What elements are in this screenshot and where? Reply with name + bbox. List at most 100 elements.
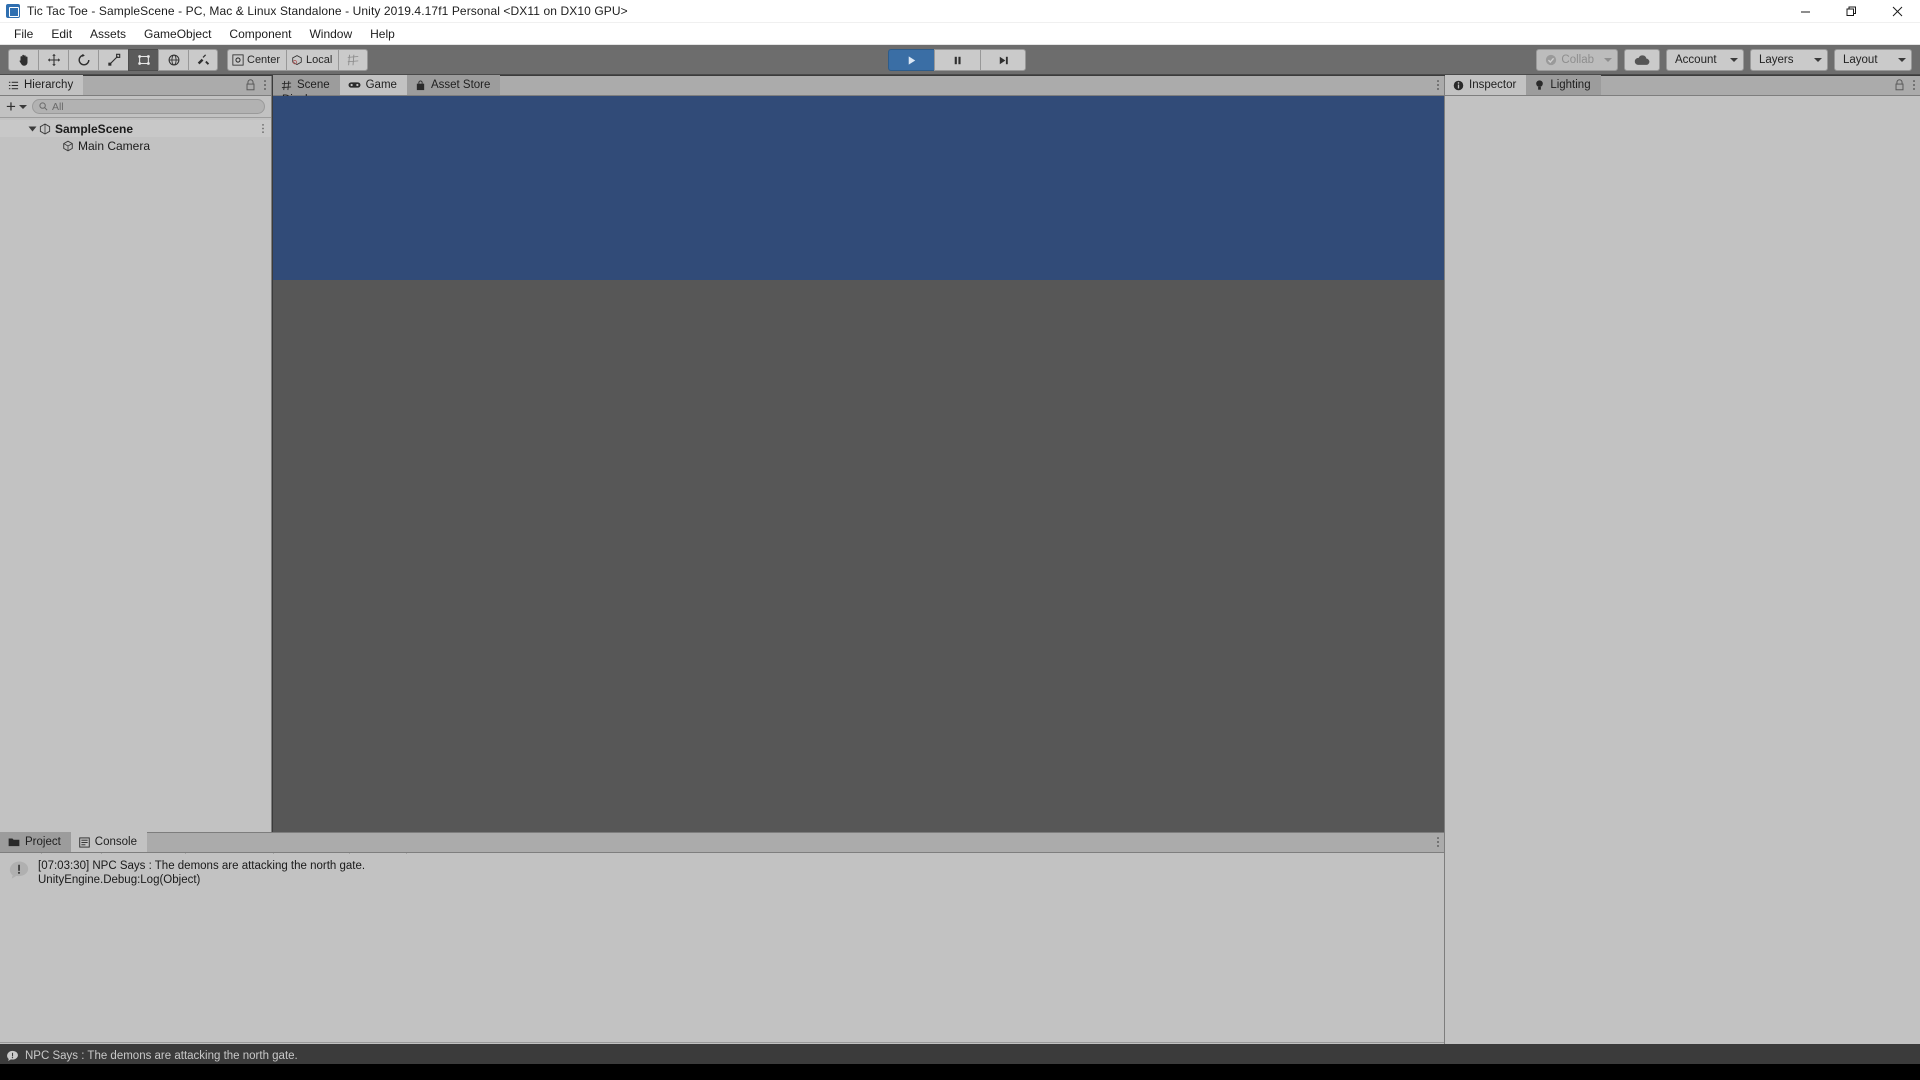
main-toolbar: Center Local Collab Account Layers Layou… (0, 45, 1920, 75)
hierarchy-panel: Hierarchy + All SampleScene Main Camera (0, 75, 272, 832)
add-label: + (6, 97, 16, 116)
scene-icon (39, 122, 51, 135)
tab-lighting[interactable]: Lighting (1526, 75, 1601, 95)
transform-tool-icon[interactable] (158, 48, 188, 71)
lock-icon[interactable] (1894, 79, 1905, 91)
gameview-tabbar: Scene Game Asset Store (273, 75, 1444, 96)
tab-game[interactable]: Game (339, 75, 407, 95)
tab-console-label: Console (94, 836, 137, 848)
gameview-tabbar-actions (1436, 79, 1440, 91)
log-info-icon (9, 861, 29, 879)
console-tabbar: Project Console (0, 832, 1444, 853)
layers-dropdown[interactable]: Layers (1750, 49, 1828, 71)
hierarchy-toolbar: + All (0, 96, 271, 118)
log-entry[interactable]: [07:03:30] NPC Says : The demons are att… (0, 854, 1444, 892)
hierarchy-icon (8, 81, 19, 89)
gamepad-icon (348, 82, 361, 88)
menu-window[interactable]: Window (300, 24, 361, 44)
game-camera-output[interactable] (273, 96, 1444, 280)
folder-icon (8, 838, 20, 847)
rect-tool-icon[interactable] (128, 48, 158, 71)
pause-button[interactable] (934, 49, 980, 71)
account-label: Account (1675, 54, 1717, 66)
hierarchy-tree: SampleScene Main Camera (0, 118, 271, 154)
search-icon (39, 102, 48, 111)
grid-snap-icon[interactable] (338, 48, 369, 71)
step-button[interactable] (980, 49, 1026, 71)
status-message: NPC Says : The demons are attacking the … (25, 1050, 298, 1062)
cloud-icon[interactable] (1624, 49, 1660, 71)
pivot-center-button[interactable]: Center (227, 48, 287, 71)
collab-caret-icon (1604, 58, 1612, 62)
inspector-tabbar: Inspector Lighting (1445, 75, 1920, 96)
custom-editor-tool-icon[interactable] (188, 48, 218, 71)
unity-editor-window: Tic Tac Toe - SampleScene - PC, Mac & Li… (0, 0, 1920, 1080)
window-title: Tic Tac Toe - SampleScene - PC, Mac & Li… (27, 4, 628, 18)
chevron-down-icon (1814, 58, 1822, 62)
kebab-icon[interactable] (1436, 79, 1440, 91)
add-gameobject-button[interactable]: + (6, 97, 27, 116)
lock-icon[interactable] (245, 79, 256, 91)
play-button[interactable] (888, 49, 934, 71)
log-stack: UnityEngine.Debug:Log(Object) (38, 874, 201, 886)
tab-asset-store-label: Asset Store (430, 79, 491, 91)
move-tool-icon[interactable] (38, 48, 68, 71)
collab-check-icon (1546, 54, 1557, 66)
menu-help[interactable]: Help (361, 24, 404, 44)
menu-edit[interactable]: Edit (42, 24, 81, 44)
account-dropdown[interactable]: Account (1666, 49, 1744, 71)
hierarchy-search-input[interactable]: All (31, 99, 265, 114)
rotate-tool-icon[interactable] (68, 48, 98, 71)
console-tabbar-actions (1436, 836, 1440, 848)
collab-button[interactable]: Collab (1536, 49, 1618, 71)
tab-game-label: Game (365, 79, 397, 91)
play-controls (888, 49, 1026, 71)
menu-bar: File Edit Assets GameObject Component Wi… (0, 23, 1920, 45)
kebab-icon[interactable] (263, 79, 267, 91)
title-bar: Tic Tac Toe - SampleScene - PC, Mac & Li… (0, 0, 1920, 23)
layout-label: Layout (1843, 54, 1878, 66)
console-splitter[interactable] (0, 1042, 1444, 1043)
layout-dropdown[interactable]: Layout (1834, 49, 1912, 71)
kebab-icon[interactable] (1912, 79, 1916, 91)
tab-scene[interactable]: Scene (273, 75, 340, 95)
workspace: Hierarchy + All SampleScene Main Camera … (0, 75, 1920, 1044)
menu-file[interactable]: File (5, 24, 42, 44)
menu-gameobject[interactable]: GameObject (135, 24, 220, 44)
chevron-expanded-icon[interactable] (28, 126, 37, 131)
transform-tools (8, 48, 218, 71)
log-info-icon (7, 1050, 18, 1062)
menu-assets[interactable]: Assets (81, 24, 135, 44)
rotation-local-label: Local (306, 53, 333, 66)
minimize-icon[interactable] (1782, 0, 1828, 23)
scale-tool-icon[interactable] (98, 48, 128, 71)
game-view-render-area[interactable] (273, 96, 1444, 832)
inspector-panel: Inspector Lighting (1444, 75, 1920, 1044)
kebab-icon[interactable] (1436, 836, 1440, 848)
tab-lighting-label: Lighting (1550, 79, 1591, 91)
tab-hierarchy[interactable]: Hierarchy (0, 75, 84, 95)
tab-asset-store[interactable]: Asset Store (406, 75, 501, 95)
lightbulb-icon (1536, 80, 1544, 90)
inspector-body (1445, 96, 1920, 1044)
collab-label: Collab (1561, 54, 1594, 66)
tree-row-samplescene[interactable]: SampleScene (0, 120, 271, 137)
tab-scene-label: Scene (297, 79, 330, 91)
tab-hierarchy-label: Hierarchy (24, 79, 74, 91)
console-icon (79, 836, 90, 848)
tab-project[interactable]: Project (0, 832, 71, 852)
chevron-down-icon (1730, 58, 1738, 62)
rotation-local-button[interactable]: Local (286, 48, 339, 71)
console-log-list[interactable]: [07:03:30] NPC Says : The demons are att… (0, 854, 1444, 1044)
kebab-icon[interactable] (261, 123, 265, 134)
tree-row-main-camera[interactable]: Main Camera (0, 137, 271, 154)
tab-inspector[interactable]: Inspector (1445, 75, 1527, 95)
layers-label: Layers (1759, 54, 1794, 66)
restore-icon[interactable] (1828, 0, 1874, 23)
tab-console[interactable]: Console (70, 832, 147, 852)
close-icon[interactable] (1874, 0, 1920, 23)
pivot-center-label: Center (247, 53, 281, 66)
pivot-controls: Center Local (227, 48, 369, 71)
hand-tool-icon[interactable] (8, 48, 38, 71)
menu-component[interactable]: Component (220, 24, 300, 44)
